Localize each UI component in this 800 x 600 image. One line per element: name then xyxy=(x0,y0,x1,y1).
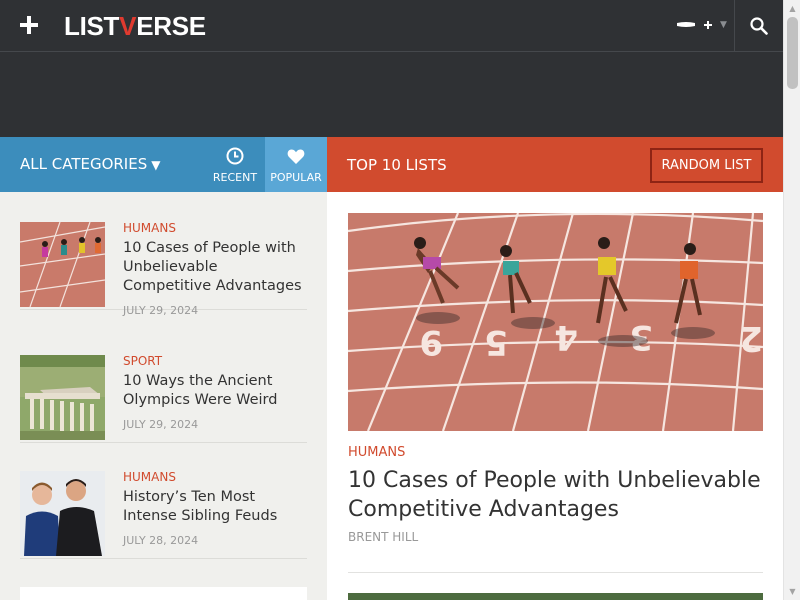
feature-image-track-runners[interactable]: 9 5 4 3 2 xyxy=(348,213,763,431)
scroll-up-arrow-icon[interactable]: ▲ xyxy=(784,0,800,17)
plus-icon xyxy=(20,16,38,34)
vertical-scrollbar[interactable]: ▲ ▼ xyxy=(783,0,800,600)
search-button[interactable] xyxy=(734,0,783,52)
top-navigation-bar: LISTVERSE ▼ xyxy=(0,0,783,52)
sidebar-article-list: HUMANS 10 Cases of People with Unbelieva… xyxy=(0,192,327,600)
list-item[interactable]: HUMANS History’s Ten Most Intense Siblin… xyxy=(20,441,307,559)
article-date: JULY 29, 2024 xyxy=(123,418,199,431)
flag-icon xyxy=(676,19,696,31)
tab-popular-label: POPULAR xyxy=(270,171,322,184)
sidebar-card-partial xyxy=(20,587,307,600)
article-title[interactable]: History’s Ten Most Intense Sibling Feuds xyxy=(123,488,307,526)
article-category[interactable]: SPORT xyxy=(123,353,307,369)
main-feature-area: 9 5 4 3 2 HUMANS 10 Cases of People with… xyxy=(327,192,783,600)
plus-small-icon xyxy=(702,19,714,31)
svg-text:9: 9 xyxy=(419,322,443,362)
all-categories-label: ALL CATEGORIES xyxy=(20,155,148,173)
search-icon xyxy=(750,17,768,35)
logo-text-v: V xyxy=(119,11,137,41)
random-list-button[interactable]: RANDOM LIST xyxy=(650,148,763,183)
next-article-image-partial[interactable] xyxy=(348,593,763,600)
article-category[interactable]: HUMANS xyxy=(123,220,307,236)
feature-title[interactable]: 10 Cases of People with Unbelievable Com… xyxy=(348,466,763,524)
chevron-down-icon: ▼ xyxy=(720,20,727,30)
scrollbar-thumb[interactable] xyxy=(787,17,798,89)
article-title[interactable]: 10 Ways the Ancient Olympics Were Weird xyxy=(123,372,307,410)
site-logo[interactable]: LISTVERSE xyxy=(64,10,206,42)
top10-title[interactable]: TOP 10 LISTS xyxy=(347,155,447,175)
feature-author[interactable]: BRENT HILL xyxy=(348,530,418,544)
all-categories-dropdown[interactable]: ALL CATEGORIES ▼ xyxy=(20,154,160,175)
svg-text:2: 2 xyxy=(739,318,763,358)
article-thumbnail-siblings[interactable] xyxy=(20,471,105,556)
tab-popular[interactable]: POPULAR xyxy=(265,137,327,192)
article-date: JULY 28, 2024 xyxy=(123,534,199,547)
article-category[interactable]: HUMANS xyxy=(123,469,307,485)
category-bar: ALL CATEGORIES ▼ RECENT POPULAR xyxy=(0,137,327,192)
feature-category[interactable]: HUMANS xyxy=(348,445,405,460)
menu-plus-button[interactable] xyxy=(14,10,44,40)
top10-bar: TOP 10 LISTS RANDOM LIST xyxy=(327,137,783,192)
article-thumbnail-track[interactable] xyxy=(20,222,105,307)
svg-text:4: 4 xyxy=(554,317,578,357)
triangle-down-icon: ▼ xyxy=(151,158,161,172)
list-item[interactable]: SPORT 10 Ways the Ancient Olympics Were … xyxy=(20,325,307,443)
article-thumbnail-ruins[interactable] xyxy=(20,355,105,440)
clock-icon xyxy=(226,147,244,165)
article-date: JULY 29, 2024 xyxy=(123,304,199,317)
list-item[interactable]: HUMANS 10 Cases of People with Unbelieva… xyxy=(20,192,307,317)
svg-text:5: 5 xyxy=(484,322,508,362)
language-selector[interactable]: ▼ xyxy=(676,12,727,38)
logo-text-erse: ERSE xyxy=(136,11,206,41)
tab-recent-label: RECENT xyxy=(212,171,258,184)
logo-text-list: LIST xyxy=(64,11,120,41)
tab-recent[interactable]: RECENT xyxy=(206,137,264,192)
scroll-down-arrow-icon[interactable]: ▼ xyxy=(784,583,800,600)
heart-icon xyxy=(287,149,305,164)
ad-banner-area xyxy=(0,52,783,137)
article-title[interactable]: 10 Cases of People with Unbelievable Com… xyxy=(123,239,307,296)
divider xyxy=(348,572,763,573)
